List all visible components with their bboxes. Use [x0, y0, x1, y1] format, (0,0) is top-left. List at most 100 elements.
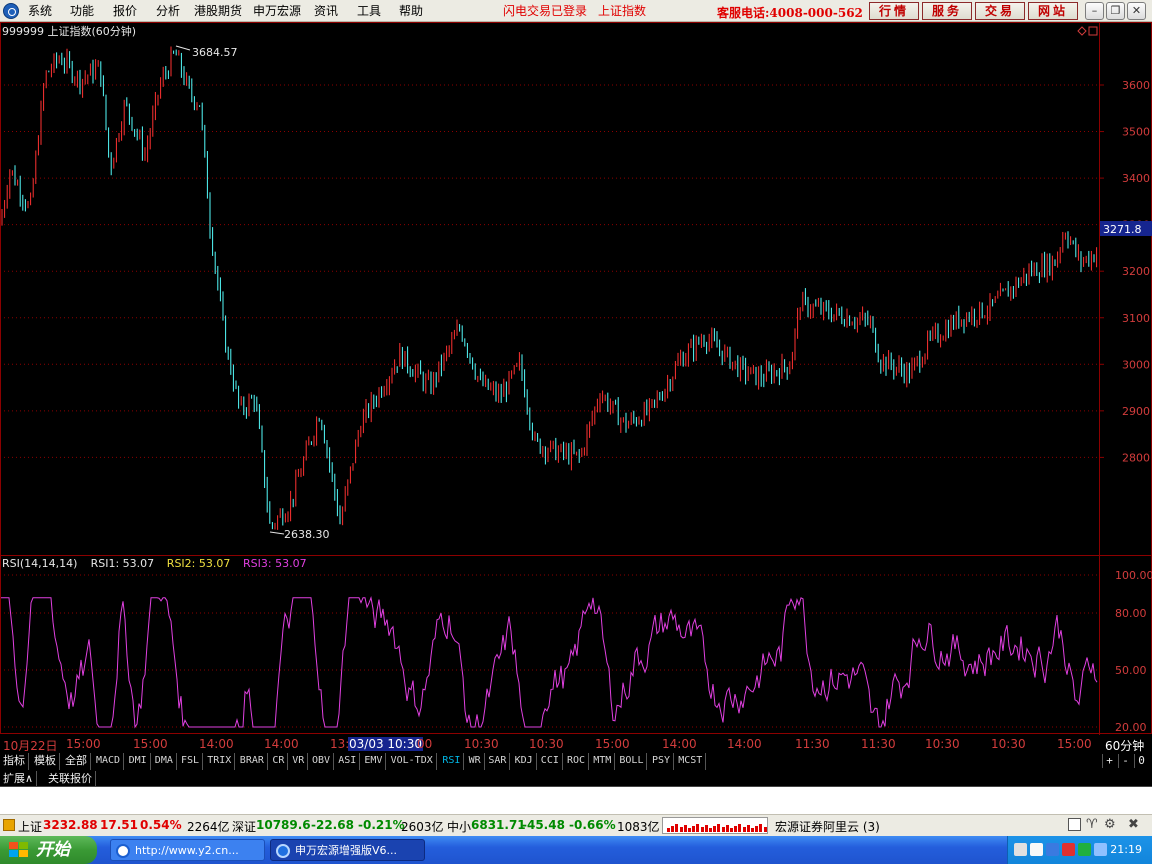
- grid-lines: [0, 22, 1152, 735]
- chart-canvas[interactable]: 360035003400330032003100300029002800100.…: [0, 22, 1152, 735]
- menu-analysis[interactable]: 分析: [156, 4, 180, 19]
- date-label: 14:00: [199, 737, 234, 751]
- period-selector[interactable]: 60分钟: [1105, 737, 1144, 754]
- restore-icon[interactable]: ❐: [1106, 2, 1125, 20]
- indicator-tab-trix[interactable]: TRIX: [204, 753, 236, 770]
- website-button[interactable]: 网站: [1028, 2, 1078, 20]
- strength-bar: [704, 825, 708, 832]
- taskbar-browser-task[interactable]: http://www.y2.cn...: [110, 839, 265, 861]
- indicator-tab-brar[interactable]: BRAR: [237, 753, 268, 770]
- strength-bar: [746, 825, 750, 832]
- market-button[interactable]: 行情: [869, 2, 919, 20]
- chart-area[interactable]: 360035003400330032003100300029002800100.…: [0, 22, 1152, 735]
- tray-icon[interactable]: [1014, 843, 1027, 856]
- start-button[interactable]: 开始: [0, 836, 97, 864]
- indicator-tab-全部[interactable]: 全部: [62, 753, 91, 770]
- menu-news[interactable]: 资讯: [314, 4, 338, 19]
- tray-icon[interactable]: [1078, 843, 1091, 856]
- indicator-tab-psy[interactable]: PSY: [649, 753, 675, 770]
- date-label: 11:30: [795, 737, 830, 751]
- menu-function[interactable]: 功能: [70, 4, 94, 19]
- indicator-tab-sar[interactable]: SAR: [485, 753, 511, 770]
- indicator-tab-rsi[interactable]: RSI: [439, 753, 465, 770]
- indicator-tab-模板[interactable]: 模板: [31, 753, 60, 770]
- login-status[interactable]: 闪电交易已登录: [503, 4, 587, 19]
- indicator-tab-vr[interactable]: VR: [289, 753, 309, 770]
- indicator-tab-cci[interactable]: CCI: [538, 753, 563, 770]
- indicator-tab-dmi[interactable]: DMI: [126, 753, 151, 770]
- lock-icon[interactable]: [3, 819, 15, 831]
- hotline-text: 客服电话:4008-000-562: [717, 6, 863, 20]
- zx-value: 6831.71: [471, 818, 526, 832]
- indicator-tab-vol-tdx[interactable]: VOL-TDX: [388, 753, 437, 770]
- sh-value: 3232.88: [43, 818, 98, 832]
- indicator-tab-roc[interactable]: ROC: [564, 753, 590, 770]
- window-icon[interactable]: [1068, 818, 1081, 831]
- indicator-tab-mtm[interactable]: MTM: [590, 753, 616, 770]
- indicator-minus-button[interactable]: -: [1118, 754, 1132, 768]
- current-index-label[interactable]: 上证指数: [598, 4, 646, 19]
- close-icon[interactable]: ✕: [1127, 2, 1146, 20]
- indicator-tabs: 指标 模板 全部 MACD DMI DMA FSL TRIX BRAR CR VR OBV ASI EMV…: [0, 753, 1152, 770]
- strength-bar: [742, 827, 746, 832]
- zx-change: -45.48: [522, 818, 565, 832]
- price-tick-label: 3100: [1122, 312, 1150, 325]
- trade-button[interactable]: 交易: [975, 2, 1025, 20]
- service-button[interactable]: 服务: [922, 2, 972, 20]
- menu-hk-futures[interactable]: 港股期货: [194, 4, 242, 19]
- indicator-tab-cr[interactable]: CR: [269, 753, 289, 770]
- chart-frame: [0, 22, 1152, 734]
- indicator-tab-mcst[interactable]: MCST: [675, 753, 707, 770]
- sz-name: 深证: [232, 820, 257, 834]
- close-icon[interactable]: ✖: [1128, 817, 1139, 832]
- menu-tools[interactable]: 工具: [357, 4, 381, 19]
- chart-title: 999999 上证指数(60分钟): [2, 24, 136, 38]
- rsi-tick-label: 100.00: [1115, 569, 1152, 582]
- menu-swhy[interactable]: 申万宏源: [253, 4, 301, 19]
- indicator-tab-指标[interactable]: 指标: [0, 753, 29, 770]
- taskbar-app-label: 申万宏源增强版V6...: [295, 844, 398, 857]
- date-label: 10:30: [925, 737, 960, 751]
- expand-tab[interactable]: 扩展∧: [0, 771, 38, 786]
- indicator-tab-kdj[interactable]: KDJ: [512, 753, 537, 770]
- minimize-icon[interactable]: –: [1085, 2, 1104, 20]
- rsi-series: [1, 595, 1098, 729]
- indicator-tab-dma[interactable]: DMA: [152, 753, 177, 770]
- strength-bar: [683, 825, 687, 832]
- volume-icon[interactable]: [1094, 843, 1107, 856]
- date-label: 14:00: [727, 737, 762, 751]
- system-tray: 21:19: [1007, 836, 1152, 864]
- tray-icon[interactable]: [1062, 843, 1075, 856]
- indicator-tab-asi[interactable]: ASI: [335, 753, 361, 770]
- tray-icon[interactable]: [1030, 843, 1043, 856]
- taskbar-app-task[interactable]: 申万宏源增强版V6...: [270, 839, 425, 861]
- indicator-tab-boll[interactable]: BOLL: [616, 753, 648, 770]
- indicator-zero-button[interactable]: 0: [1134, 754, 1148, 768]
- browser-icon: [116, 844, 130, 858]
- indicator-tab-macd[interactable]: MACD: [93, 753, 125, 770]
- menu-system[interactable]: 系统: [28, 4, 52, 19]
- menu-help[interactable]: 帮助: [399, 4, 423, 19]
- indicator-plus-button[interactable]: +: [1102, 754, 1116, 768]
- indicator-tab-fsl[interactable]: FSL: [178, 753, 204, 770]
- indicator-tab-obv[interactable]: OBV: [309, 753, 335, 770]
- status-bar: 上证 3232.88 17.51 0.54% 2264亿 深证 10789.6 …: [0, 814, 1152, 836]
- strength-bar: [675, 824, 679, 832]
- sh-amount: 2264亿: [187, 820, 230, 834]
- rsi3-line: [1, 595, 1098, 729]
- menu-quote[interactable]: 报价: [113, 4, 137, 19]
- date-label: 15:00: [66, 737, 101, 751]
- sh-name: 上证: [18, 820, 43, 834]
- tray-icon[interactable]: [1046, 843, 1059, 856]
- date-axis: 10月22日 15:00 15:00 14:00 14:00 13: 03/03 10:30…: [0, 735, 1152, 753]
- related-quote-tab[interactable]: 关联报价: [45, 771, 96, 786]
- blank-panel: [0, 787, 1152, 814]
- date-label: 10:30: [529, 737, 564, 751]
- antenna-icon[interactable]: ♈: [1086, 817, 1098, 832]
- settings-icon[interactable]: ⚙: [1104, 817, 1116, 832]
- indicator-tab-emv[interactable]: EMV: [361, 753, 387, 770]
- strength-bar: [730, 828, 733, 832]
- strength-bar: [696, 824, 700, 832]
- strength-bar: [721, 827, 725, 832]
- indicator-tab-wr[interactable]: WR: [466, 753, 485, 770]
